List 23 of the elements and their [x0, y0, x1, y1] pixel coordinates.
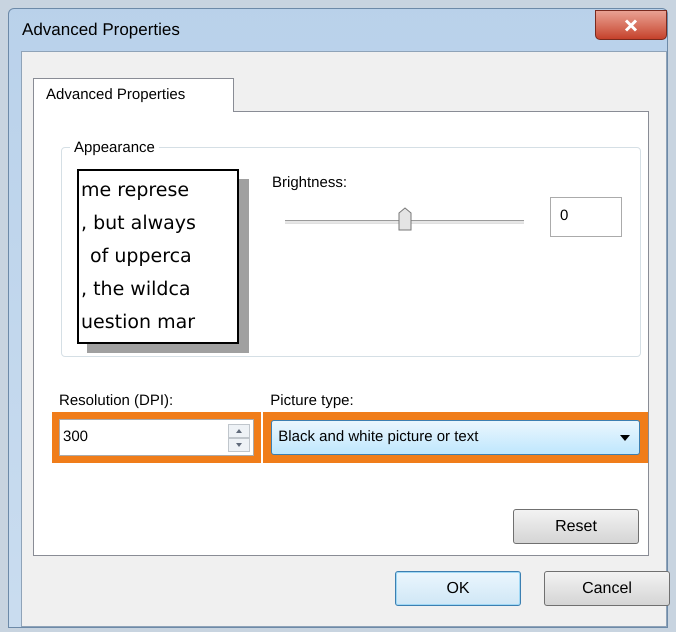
- reset-button[interactable]: Reset: [513, 509, 639, 544]
- resolution-label: Resolution (DPI):: [58, 391, 174, 411]
- close-button[interactable]: [595, 10, 667, 40]
- brightness-value-field[interactable]: 0: [550, 196, 622, 236]
- preview-text-line: , the wildca: [81, 277, 192, 302]
- preview-text-line: , but always: [81, 211, 197, 236]
- preview-text-line: me represe: [81, 178, 190, 203]
- dropdown-arrow-icon: [620, 434, 630, 440]
- preview-text-line: uestion mar: [81, 310, 196, 335]
- slider-thumb[interactable]: [398, 206, 412, 230]
- spinner-arrows-icon[interactable]: [228, 424, 250, 452]
- picture-type-dropdown[interactable]: Black and white picture or text: [271, 420, 640, 455]
- brightness-label: Brightness:: [272, 173, 348, 193]
- dialog-button[interactable]: OK: [395, 571, 521, 606]
- preview-text-line: of upperca: [89, 244, 193, 269]
- picture-type-label: Picture type:: [269, 391, 355, 411]
- dialog-button[interactable]: Cancel: [544, 571, 670, 606]
- resolution-spinner[interactable]: 300: [59, 419, 254, 456]
- resolution-value: 300: [63, 427, 88, 448]
- close-icon: [624, 18, 638, 32]
- brightness-slider[interactable]: [285, 206, 524, 232]
- tab[interactable]: Advanced Properties: [33, 78, 234, 112]
- window-title: Advanced Properties: [22, 19, 180, 42]
